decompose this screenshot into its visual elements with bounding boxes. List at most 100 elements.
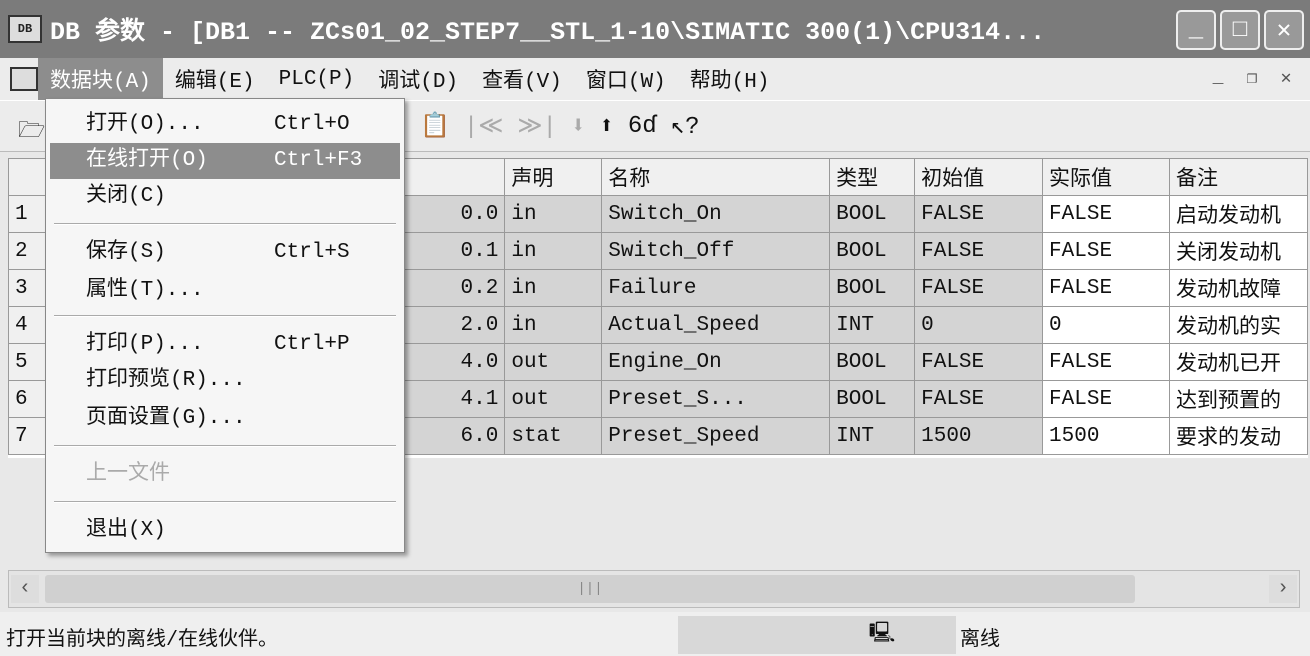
menu-item-close[interactable]: 关闭(C) [50, 179, 400, 215]
cell-comment[interactable]: 要求的发动 [1168, 417, 1309, 455]
menu-debug[interactable]: 调试(D) [366, 58, 470, 100]
paste-icon[interactable]: 📋 [420, 111, 450, 141]
cell-type[interactable]: BOOL [829, 232, 916, 270]
cell-comment[interactable]: 启动发动机 [1168, 195, 1309, 233]
menu-window[interactable]: 窗口(W) [574, 58, 678, 100]
app-icon: DB [8, 15, 42, 43]
menu-bar: 数据块(A) 编辑(E) PLC(P) 调试(D) 查看(V) 窗口(W) 帮助… [0, 58, 1310, 100]
cell-row-number[interactable]: 4 [8, 306, 49, 344]
menu-separator [54, 501, 396, 503]
col-initial[interactable]: 初始值 [914, 158, 1044, 196]
cell-initial-value[interactable]: 0 [914, 306, 1044, 344]
maximize-button[interactable]: □ [1220, 10, 1260, 50]
col-comment[interactable]: 备注 [1168, 158, 1309, 196]
cell-type[interactable]: BOOL [829, 269, 916, 307]
cell-row-number[interactable]: 1 [8, 195, 49, 233]
cell-declaration[interactable]: in [504, 232, 603, 270]
cell-initial-value[interactable]: FALSE [914, 232, 1044, 270]
cell-declaration[interactable]: in [504, 195, 603, 233]
cell-declaration[interactable]: out [504, 380, 603, 418]
cell-initial-value[interactable]: FALSE [914, 195, 1044, 233]
cell-initial-value[interactable]: FALSE [914, 380, 1044, 418]
cell-type[interactable]: INT [829, 417, 916, 455]
first-icon[interactable]: |≪ [464, 111, 504, 141]
status-message: 打开当前块的离线/在线伙伴。 [6, 629, 279, 652]
col-actual[interactable]: 实际值 [1042, 158, 1170, 196]
menu-help[interactable]: 帮助(H) [678, 58, 782, 100]
cell-row-number[interactable]: 6 [8, 380, 49, 418]
cell-declaration[interactable]: out [504, 343, 603, 381]
cell-name[interactable]: Switch_Off [601, 232, 831, 270]
status-bar: 打开当前块的离线/在线伙伴。 🖳 离线 [0, 612, 1310, 656]
menu-item-open-online[interactable]: 在线打开(O) Ctrl+F3 [50, 143, 400, 179]
scroll-left-button[interactable]: ‹ [11, 575, 39, 603]
menu-item-open[interactable]: 打开(O)... Ctrl+O [50, 107, 400, 143]
cell-initial-value[interactable]: FALSE [914, 269, 1044, 307]
upload-icon[interactable]: ⬆ [599, 111, 613, 141]
menu-item-shortcut: Ctrl+F3 [274, 149, 363, 172]
download-icon[interactable]: ⬇ [571, 111, 585, 141]
menu-plc[interactable]: PLC(P) [267, 58, 367, 100]
cell-name[interactable]: Actual_Speed [601, 306, 831, 344]
close-button[interactable]: ✕ [1264, 10, 1304, 50]
menu-item-label: 上一文件 [86, 463, 170, 486]
cell-comment[interactable]: 关闭发动机 [1168, 232, 1309, 270]
cell-row-number[interactable]: 2 [8, 232, 49, 270]
menu-item-label: 打印(P)... [86, 333, 204, 356]
cell-comment[interactable]: 发动机的实 [1168, 306, 1309, 344]
col-declaration[interactable]: 声明 [504, 158, 603, 196]
cell-comment[interactable]: 达到预置的 [1168, 380, 1309, 418]
cell-actual-value[interactable]: FALSE [1042, 380, 1170, 418]
cell-row-number[interactable]: 3 [8, 269, 49, 307]
cell-type[interactable]: BOOL [829, 380, 916, 418]
cell-type[interactable]: BOOL [829, 343, 916, 381]
cell-actual-value[interactable]: 0 [1042, 306, 1170, 344]
data-block-menu: 打开(O)... Ctrl+O 在线打开(O) Ctrl+F3 关闭(C) 保存(S) Ct… [45, 98, 405, 553]
cell-actual-value[interactable]: FALSE [1042, 343, 1170, 381]
cell-row-number[interactable]: 7 [8, 417, 49, 455]
cell-initial-value[interactable]: 1500 [914, 417, 1044, 455]
menu-item-label: 在线打开(O) [86, 149, 208, 172]
child-minimize-button[interactable]: _ [1204, 64, 1232, 92]
last-icon[interactable]: ≫| [517, 111, 557, 141]
menu-item-properties[interactable]: 属性(T)... [50, 273, 400, 309]
cell-type[interactable]: BOOL [829, 195, 916, 233]
scroll-right-button[interactable]: › [1269, 575, 1297, 603]
child-restore-button[interactable]: ❐ [1238, 64, 1266, 92]
cell-comment[interactable]: 发动机故障 [1168, 269, 1309, 307]
menu-view[interactable]: 查看(V) [470, 58, 574, 100]
cell-declaration[interactable]: stat [504, 417, 603, 455]
cell-row-number[interactable]: 5 [8, 343, 49, 381]
cell-actual-value[interactable]: FALSE [1042, 232, 1170, 270]
menu-item-page-setup[interactable]: 页面设置(G)... [50, 401, 400, 437]
menu-item-exit[interactable]: 退出(X) [50, 513, 400, 549]
col-type[interactable]: 类型 [829, 158, 916, 196]
menu-item-print[interactable]: 打印(P)... Ctrl+P [50, 327, 400, 363]
child-close-button[interactable]: ✕ [1272, 64, 1300, 92]
scroll-thumb[interactable]: ||| [45, 575, 1135, 603]
cell-name[interactable]: Preset_Speed [601, 417, 831, 455]
menu-edit[interactable]: 编辑(E) [163, 58, 267, 100]
horizontal-scrollbar[interactable]: ‹ ||| › [8, 570, 1300, 608]
open-folder-icon[interactable]: 🗁 [18, 113, 45, 151]
cell-comment[interactable]: 发动机已开 [1168, 343, 1309, 381]
cell-name[interactable]: Engine_On [601, 343, 831, 381]
minimize-button[interactable]: _ [1176, 10, 1216, 50]
cell-declaration[interactable]: in [504, 269, 603, 307]
cell-name[interactable]: Failure [601, 269, 831, 307]
monitor-glasses-icon[interactable]: 6ɗ [628, 113, 657, 140]
cell-name[interactable]: Switch_On [601, 195, 831, 233]
col-name[interactable]: 名称 [601, 158, 831, 196]
help-pointer-icon[interactable]: ↖? [671, 111, 700, 141]
cell-type[interactable]: INT [829, 306, 916, 344]
cell-initial-value[interactable]: FALSE [914, 343, 1044, 381]
menu-item-save[interactable]: 保存(S) Ctrl+S [50, 235, 400, 271]
cell-declaration[interactable]: in [504, 306, 603, 344]
cell-name[interactable]: Preset_S... [601, 380, 831, 418]
cell-actual-value[interactable]: FALSE [1042, 269, 1170, 307]
menu-item-label: 退出(X) [86, 519, 166, 542]
cell-actual-value[interactable]: FALSE [1042, 195, 1170, 233]
menu-data-block[interactable]: 数据块(A) [38, 58, 163, 100]
menu-item-print-preview[interactable]: 打印预览(R)... [50, 363, 400, 399]
cell-actual-value[interactable]: 1500 [1042, 417, 1170, 455]
